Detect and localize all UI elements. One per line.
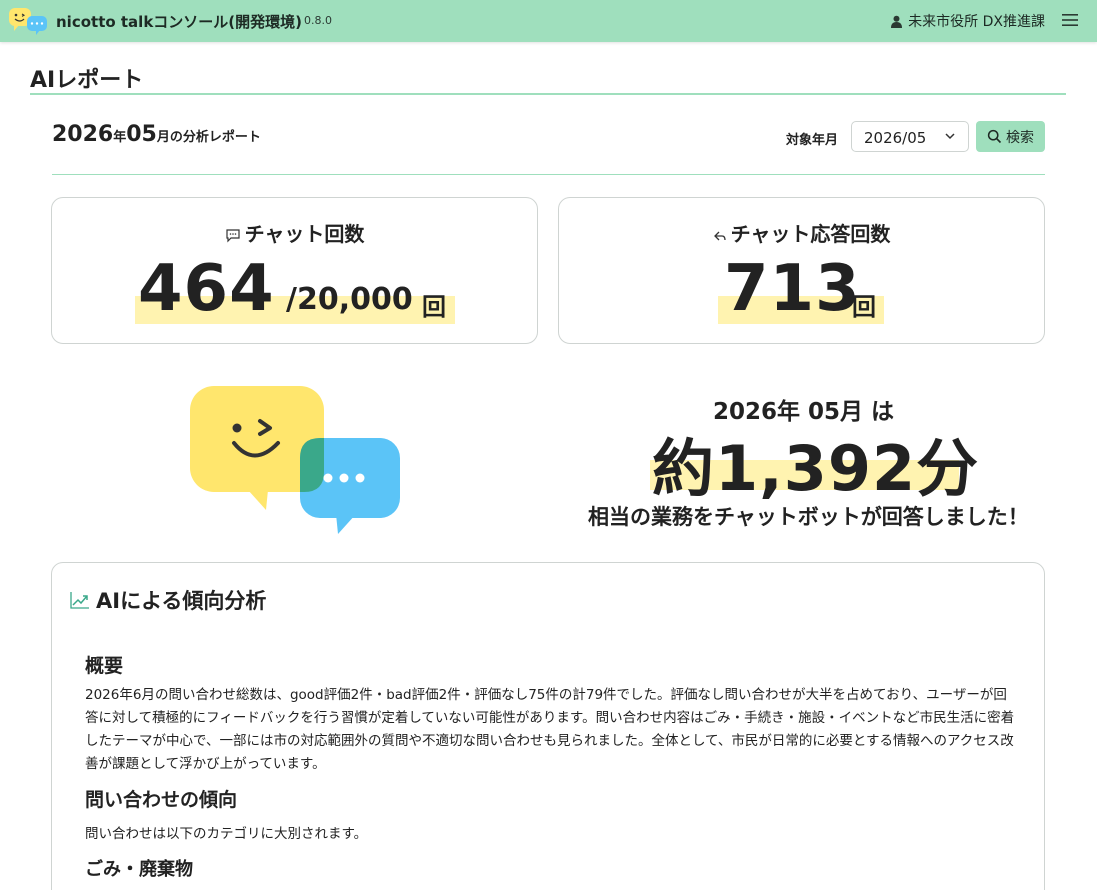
app-title: nicotto talkコンソール(開発環境) <box>56 13 303 31</box>
app-header: nicotto talkコンソール(開発環境) 0.8.0 未来市役所 DX推進… <box>0 0 1097 42</box>
chevron-down-icon <box>945 133 955 140</box>
overview-heading: 概要 <box>85 655 124 677</box>
report-year-suffix: 年 <box>113 130 127 145</box>
analysis-title: AIによる傾向分析 <box>70 585 266 615</box>
search-icon <box>987 129 1002 144</box>
app-logo-icon <box>9 8 47 35</box>
savings-description: 相当の業務をチャットボットが回答しました！ <box>588 505 1029 529</box>
chat-count-value: 464 <box>138 252 275 326</box>
report-title: 2026年05月の分析レポート <box>52 122 261 147</box>
overview-text: 2026年6月の問い合わせ総数は、good評価2件・bad評価2件・評価なし75… <box>85 687 1015 772</box>
report-month: 05 <box>126 122 157 147</box>
user-icon <box>891 15 903 28</box>
chat-count-label: チャット回数 <box>244 222 365 246</box>
reply-icon <box>713 231 726 240</box>
reply-count-unit: 回 <box>852 293 876 321</box>
search-button[interactable]: 検索 <box>976 121 1045 152</box>
section-divider <box>52 174 1045 175</box>
savings-minutes: 約1,392分 <box>652 432 980 505</box>
trending-up-icon <box>70 592 89 609</box>
category-heading: ごみ・廃棄物 <box>85 859 193 880</box>
user-menu[interactable]: 未来市役所 DX推進課 <box>890 11 1045 31</box>
report-month-suffix: 月の分析レポート <box>156 130 261 145</box>
title-divider <box>30 93 1066 95</box>
hamburger-menu-icon[interactable] <box>1059 9 1081 31</box>
reply-count-heading: チャット応答回数 <box>559 218 1044 247</box>
page-title: AIレポート <box>30 68 144 93</box>
month-select[interactable]: 2026/05 <box>851 121 969 152</box>
chat-count-heading: チャット回数 <box>52 218 537 247</box>
user-label: 未来市役所 DX推進課 <box>908 14 1045 30</box>
chat-bubble-icon <box>225 229 240 243</box>
search-button-label: 検索 <box>1006 129 1034 146</box>
chat-count-limit: /20,000 <box>286 282 413 317</box>
app-version: 0.8.0 <box>304 14 332 27</box>
trend-heading: 問い合わせの傾向 <box>85 789 238 811</box>
analysis-title-label: AIによる傾向分析 <box>96 589 267 613</box>
reply-count-label: チャット応答回数 <box>730 222 891 246</box>
report-year: 2026 <box>52 122 114 147</box>
month-filter-label: 対象年月 <box>786 133 839 148</box>
chat-count-unit: 回 <box>422 293 446 321</box>
reply-count-value: 713 <box>724 252 861 326</box>
chat-mascot-illustration <box>190 386 400 534</box>
trend-text: 問い合わせは以下のカテゴリに大別されます。 <box>85 826 368 842</box>
trend-analysis-card: AIによる傾向分析 概要 2026年6月の問い合わせ総数は、good評価2件・b… <box>51 562 1045 890</box>
month-select-value: 2026/05 <box>864 129 927 147</box>
